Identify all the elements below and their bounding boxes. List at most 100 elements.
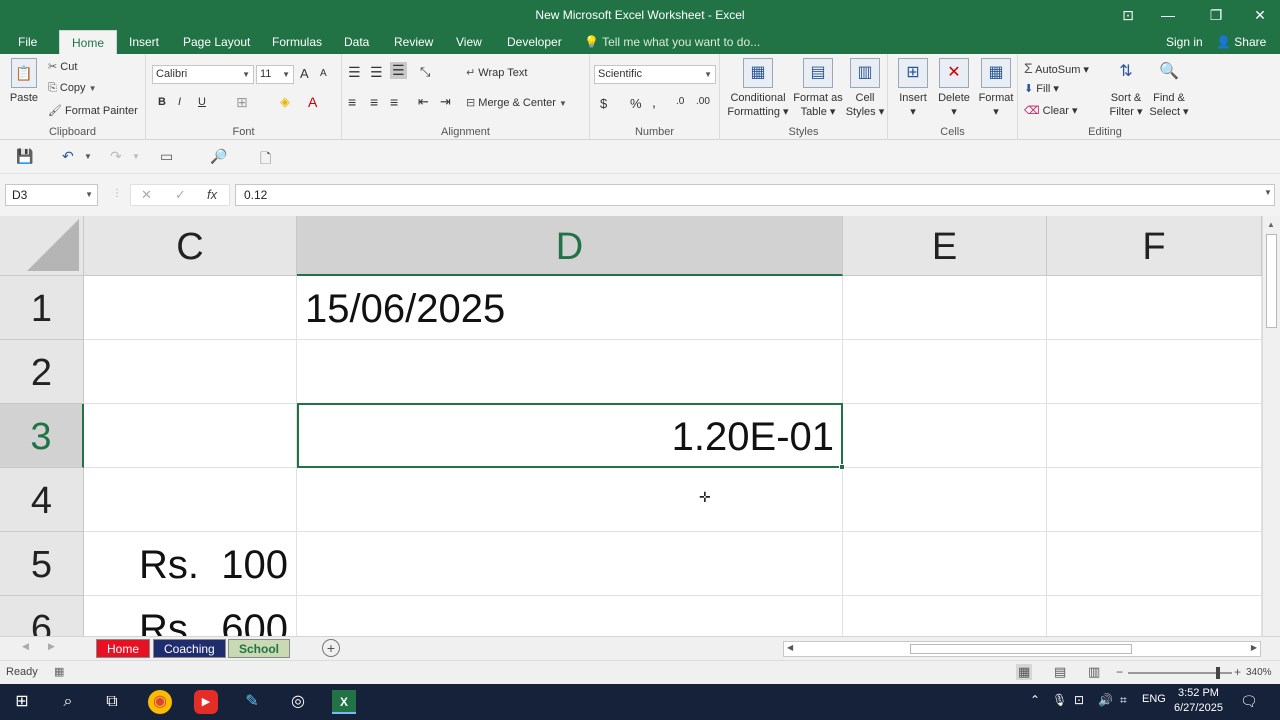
chrome-icon[interactable]: ◉ [148,690,172,714]
shrink-font-button[interactable]: A [320,68,327,79]
cell-d4[interactable] [297,468,843,532]
sort-filter-button[interactable]: ⇅ Sort & Filter ▾ [1106,58,1146,119]
save-icon[interactable]: 💾 [16,148,33,165]
align-right-icon[interactable]: ≡ [390,94,398,110]
format-cells-button[interactable]: ▦ Format ▾ [976,58,1016,119]
format-as-table-button[interactable]: ▤ Format as Table ▾ [792,58,844,119]
zoom-in-icon[interactable]: + [1234,665,1241,679]
vertical-scroll-thumb[interactable] [1266,234,1277,328]
cell-d6[interactable] [297,596,843,636]
scroll-left-icon[interactable]: ◀ [787,643,793,652]
cell-e2[interactable] [843,340,1047,404]
tab-home[interactable]: Home [59,30,118,54]
cell-d1[interactable]: 15/06/2025 [297,276,843,340]
column-header-e[interactable]: E [843,216,1047,276]
form-icon[interactable]: ▭ [160,148,173,165]
snipping-tool-icon[interactable]: ✎ [240,690,264,714]
italic-button[interactable]: I [178,96,181,108]
undo-icon[interactable]: ↶ [62,148,74,165]
cell-c1[interactable] [84,276,297,340]
zoom-out-icon[interactable]: − [1116,665,1123,679]
cut-button[interactable]: ✂ Cut [48,60,77,73]
conditional-formatting-button[interactable]: ▦ Conditional Formatting ▾ [724,58,792,119]
decrease-indent-icon[interactable]: ⇤ [418,94,429,110]
percent-button[interactable]: % [630,96,642,111]
cell-d3[interactable]: 1.20E-01 [297,404,843,468]
wifi-icon[interactable]: ⌗ [1120,693,1127,708]
orientation-icon[interactable]: ⤡ [420,64,430,80]
row-header-5[interactable]: 5 [0,532,84,596]
restore-button[interactable]: ❐ [1196,4,1236,26]
notifications-icon[interactable]: 🗨 [1240,693,1258,710]
cell-c3[interactable] [84,404,297,468]
decrease-decimal-icon[interactable]: .00 [696,96,710,107]
underline-button[interactable]: U [198,96,206,108]
tab-developer[interactable]: Developer [503,30,566,54]
microphone-icon[interactable]: 🎙 [1052,693,1067,707]
wrap-text-button[interactable]: ↵ Wrap Text [466,66,527,79]
font-color-icon[interactable]: A [308,94,317,110]
cell-c2[interactable] [84,340,297,404]
expand-formula-icon[interactable]: ▼ [1264,188,1272,197]
clear-button[interactable]: ⌫ Clear ▾ [1024,104,1078,117]
horizontal-scrollbar[interactable]: ◀ ▶ [783,641,1261,657]
cell-c4[interactable] [84,468,297,532]
delete-cells-button[interactable]: ✕ Delete ▾ [934,58,974,119]
youtube-icon[interactable]: ▶ [194,690,218,714]
windows-start-icon[interactable]: ⊞ [10,690,34,714]
align-top-icon[interactable]: ☰ [348,64,361,81]
scroll-right-icon[interactable]: ▶ [1251,643,1257,652]
tab-formulas[interactable]: Formulas [268,30,326,54]
row-header-6[interactable]: 6 [0,596,84,636]
add-sheet-button[interactable]: + [322,639,340,657]
column-header-d[interactable]: D [297,216,843,276]
input-language[interactable]: ENG [1142,693,1166,705]
comma-button[interactable]: , [652,94,656,110]
increase-decimal-icon[interactable]: .0 [676,96,684,107]
sheet-tab-home[interactable]: Home [96,639,151,658]
cell-f3[interactable] [1047,404,1262,468]
tab-data[interactable]: Data [340,30,373,54]
cell-e3[interactable] [843,404,1047,468]
cell-e6[interactable] [843,596,1047,636]
insert-cells-button[interactable]: ⊞ Insert ▾ [894,58,932,119]
page-break-view-icon[interactable]: ▥ [1088,664,1100,680]
minimize-button[interactable]: — [1148,4,1188,26]
column-header-c[interactable]: C [84,216,297,276]
prev-sheet-icon[interactable]: ◀ [22,641,29,652]
cell-e4[interactable] [843,468,1047,532]
excel-taskbar-icon[interactable]: X [332,690,356,714]
cell-d2[interactable] [297,340,843,404]
next-sheet-icon[interactable]: ▶ [48,641,55,652]
chevron-down-icon[interactable]: ▼ [84,152,92,161]
search-icon[interactable]: ⌕ [56,690,80,714]
network-icon[interactable]: ⊡ [1074,693,1084,707]
normal-view-icon[interactable]: ▦ [1016,664,1033,680]
sheet-tab-coaching[interactable]: Coaching [153,639,226,658]
tab-review[interactable]: Review [390,30,437,54]
merge-center-button[interactable]: ⊟ Merge & Center ▼ [466,96,567,109]
page-layout-view-icon[interactable]: ▤ [1054,664,1066,680]
tray-overflow-icon[interactable]: ⌃ [1030,693,1040,707]
cell-e5[interactable] [843,532,1047,596]
tab-view[interactable]: View [452,30,486,54]
column-header-f[interactable]: F [1047,216,1262,276]
font-size-select[interactable]: 11 ▼ [256,65,294,84]
row-header-3[interactable]: 3 [0,404,84,468]
scroll-up-icon[interactable]: ▲ [1267,220,1275,229]
cell-c6[interactable]: Rs. 600 [84,596,297,636]
align-bottom-icon[interactable]: ☰ [390,62,407,79]
chevron-down-icon[interactable]: ▼ [132,152,140,161]
cell-styles-button[interactable]: ▥ Cell Styles ▾ [844,58,886,119]
tab-page-layout[interactable]: Page Layout [179,30,254,54]
tab-file[interactable]: File [14,30,41,54]
horizontal-scroll-thumb[interactable] [910,644,1132,654]
align-left-icon[interactable]: ≡ [348,94,356,110]
borders-icon[interactable]: ⊞ [236,94,248,111]
name-box[interactable]: D3 ▼ [5,184,98,206]
find-select-button[interactable]: 🔍 Find & Select ▾ [1148,58,1190,119]
print-preview-icon[interactable]: 🔎 [210,148,227,165]
redo-icon[interactable]: ↷ [110,148,122,165]
format-painter-button[interactable]: 🖌 Format Painter [48,104,138,117]
bold-button[interactable]: B [158,96,166,108]
